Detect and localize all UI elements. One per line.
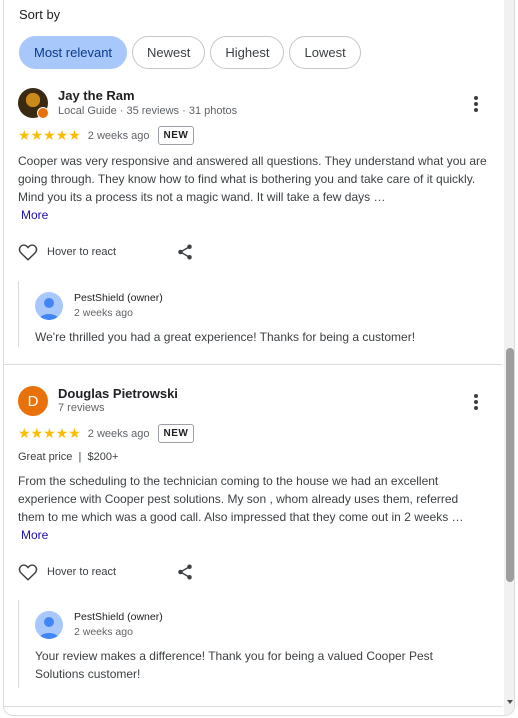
person-icon	[35, 292, 63, 320]
reviewer-meta[interactable]: Local Guide · 35 reviews · 31 photos	[58, 105, 237, 117]
scrollbar[interactable]	[504, 0, 514, 715]
more-link[interactable]: More	[21, 206, 48, 224]
new-badge: NEW	[157, 126, 195, 145]
owner-reply-text: Your review makes a difference! Thank yo…	[35, 649, 434, 681]
owner-reply-date: 2 weeks ago	[74, 626, 133, 638]
reviewer-name[interactable]: Jay the Ram	[58, 88, 135, 103]
owner-reply-date: 2 weeks ago	[74, 307, 133, 319]
owner-reply: PestShield (owner) 2 weeks ago Your revi…	[18, 600, 492, 688]
review-date: 2 weeks ago	[87, 427, 150, 440]
review-divider	[4, 706, 502, 707]
scroll-down-icon[interactable]	[507, 700, 513, 704]
more-vert-icon[interactable]	[468, 94, 484, 114]
person-icon	[35, 611, 63, 639]
sort-label: Sort by	[19, 7, 61, 22]
heart-icon[interactable]	[18, 243, 38, 261]
star-rating: ★★★★★	[18, 127, 81, 143]
heart-icon[interactable]	[18, 563, 38, 581]
more-vert-icon[interactable]	[468, 392, 484, 412]
owner-name: PestShield (owner)	[74, 611, 163, 623]
react-label[interactable]: Hover to react	[47, 566, 116, 578]
review-text-block: Cooper was very responsive and answered …	[18, 152, 488, 224]
star-rating: ★★★★★	[18, 425, 81, 441]
share-icon[interactable]	[176, 563, 194, 581]
sort-chip-lowest[interactable]: Lowest	[289, 36, 361, 69]
owner-reply-text: We're thrilled you had a great experienc…	[35, 330, 416, 344]
react-row: Hover to react	[18, 563, 194, 581]
local-guide-badge-icon	[37, 107, 49, 119]
rating-row: ★★★★★ 2 weeks ago NEW	[18, 126, 195, 145]
avatar-initial: D	[27, 392, 39, 410]
avatar[interactable]	[18, 88, 49, 119]
owner-name: PestShield (owner)	[74, 292, 163, 304]
sort-chip-newest[interactable]: Newest	[132, 36, 206, 69]
sort-chips: Most relevant Newest Highest Lowest	[19, 36, 361, 69]
review-attributes: Great price | $200+	[18, 451, 119, 463]
review-divider	[4, 364, 502, 365]
new-badge: NEW	[157, 424, 195, 443]
react-row: Hover to react	[18, 243, 194, 261]
sort-chip-highest[interactable]: Highest	[210, 36, 285, 69]
avatar[interactable]: D	[18, 386, 48, 416]
review-date: 2 weeks ago	[87, 129, 150, 142]
reviewer-name[interactable]: Douglas Pietrowski	[58, 386, 178, 401]
share-icon[interactable]	[176, 243, 194, 261]
reviewer-meta[interactable]: 7 reviews	[58, 402, 104, 414]
reviews-panel: Sort by Most relevant Newest Highest Low…	[3, 0, 515, 716]
review-text: From the scheduling to the technician co…	[18, 474, 464, 524]
scrollbar-thumb[interactable]	[506, 348, 514, 582]
react-label[interactable]: Hover to react	[47, 246, 116, 258]
review-text-block: From the scheduling to the technician co…	[18, 472, 488, 544]
sort-chip-most-relevant[interactable]: Most relevant	[19, 36, 128, 69]
rating-row: ★★★★★ 2 weeks ago NEW	[18, 424, 195, 443]
owner-reply: PestShield (owner) 2 weeks ago We're thr…	[18, 281, 492, 347]
review-text: Cooper was very responsive and answered …	[18, 154, 487, 204]
more-link[interactable]: More	[21, 526, 48, 544]
